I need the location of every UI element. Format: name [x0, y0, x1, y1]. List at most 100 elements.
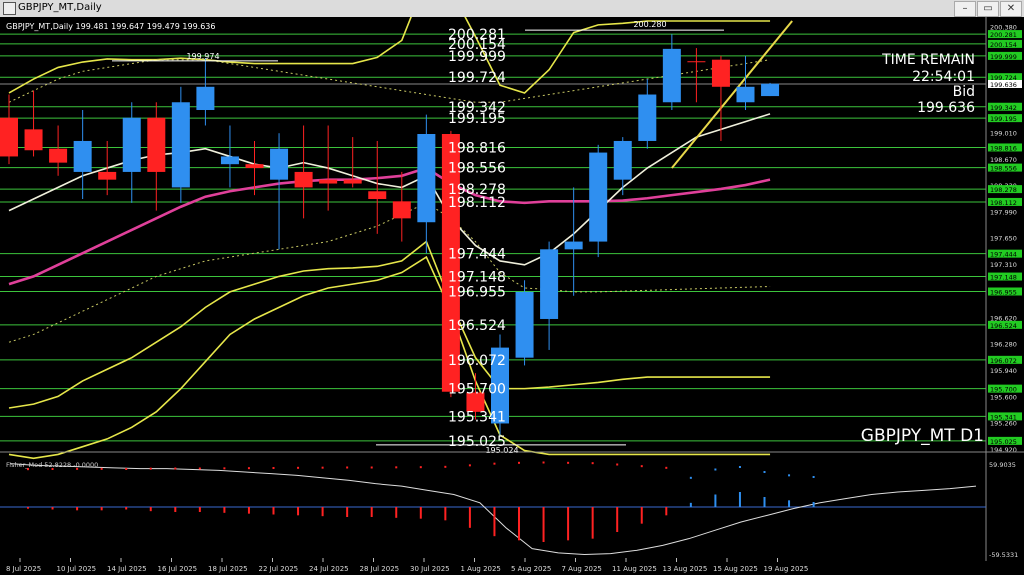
- candle-body: [220, 156, 239, 165]
- oscillator-dot: [395, 466, 398, 469]
- level-price-text: 199.999: [990, 53, 1017, 61]
- time-label: 7 Aug 2025: [562, 565, 602, 573]
- level-price-text: 199.195: [990, 115, 1017, 123]
- candle-body: [540, 249, 559, 319]
- level-label: 197.444: [448, 247, 506, 263]
- price-tick-label: 196.280: [990, 341, 1017, 349]
- oscillator-dot: [223, 467, 226, 470]
- price-tick-label: 197.990: [990, 208, 1017, 216]
- restore-button[interactable]: ▭: [977, 1, 999, 17]
- level-label: 197.148: [448, 270, 506, 286]
- time-remain-label: TIME REMAIN: [881, 52, 975, 68]
- chart-background: [0, 17, 1024, 575]
- high-marker-label: 200.280: [633, 20, 666, 29]
- time-label: 10 Jul 2025: [57, 565, 97, 573]
- bid-value: 199.636: [917, 100, 975, 116]
- level-price-text: 197.148: [990, 274, 1017, 282]
- candle-body: [98, 171, 117, 180]
- oscillator-dot: [665, 466, 668, 469]
- candle-body: [761, 83, 780, 97]
- time-label: 5 Aug 2025: [511, 565, 551, 573]
- candle-body: [147, 117, 166, 172]
- oscillator-dot: [100, 467, 103, 470]
- window-titlebar: GBPJPY_MT,Daily – ▭ ✕: [0, 0, 1024, 18]
- oscillator-dot: [812, 476, 815, 478]
- candle-body: [49, 148, 68, 163]
- minimize-button[interactable]: –: [954, 1, 976, 17]
- oscillator-dot: [297, 466, 300, 469]
- oscillator-dot: [174, 467, 177, 470]
- oscillator-dot: [76, 467, 79, 470]
- candle-body: [392, 201, 411, 219]
- oscillator-dot: [640, 465, 643, 468]
- level-price-text: 200.154: [990, 41, 1017, 49]
- price-tick-label: 199.010: [990, 129, 1017, 137]
- time-label: 1 Aug 2025: [461, 565, 501, 573]
- level-label: 198.112: [448, 195, 506, 211]
- candle-body: [196, 86, 215, 111]
- time-label: 11 Aug 2025: [612, 565, 657, 573]
- candle-body: [270, 148, 289, 180]
- oscillator-dot: [714, 468, 717, 471]
- candle-body: [319, 179, 338, 184]
- level-label: 199.195: [448, 111, 506, 127]
- level-price-text: 195.700: [990, 386, 1017, 394]
- chart-window-icon: [3, 2, 16, 15]
- oscillator-dot: [370, 466, 373, 469]
- time-remain-value: 22:54:01: [912, 69, 975, 85]
- price-tick-label: 195.940: [990, 367, 1017, 375]
- candle-body: [564, 241, 583, 250]
- time-label: 14 Jul 2025: [107, 565, 147, 573]
- level-price-text: 198.816: [990, 144, 1017, 152]
- candle-body: [343, 179, 362, 184]
- level-price-text: 196.524: [990, 322, 1017, 330]
- bid-label: Bid: [953, 84, 975, 100]
- oscillator-dot: [738, 466, 741, 468]
- time-label: 13 Aug 2025: [663, 565, 708, 573]
- level-price-text: 198.556: [990, 165, 1017, 173]
- time-label: 30 Jul 2025: [410, 565, 450, 573]
- candle-body: [73, 140, 92, 172]
- oscillator-dot: [27, 468, 29, 471]
- price-tick-label: 194.920: [990, 446, 1017, 454]
- candle-body: [368, 191, 387, 200]
- price-tick-label: 198.670: [990, 156, 1017, 164]
- time-label: 18 Jul 2025: [208, 565, 248, 573]
- time-label: 24 Jul 2025: [309, 565, 349, 573]
- candle-body: [711, 59, 730, 87]
- level-price-text: 195.341: [990, 413, 1017, 421]
- level-label: 195.700: [448, 382, 506, 398]
- close-button[interactable]: ✕: [1000, 1, 1022, 17]
- candle-body: [687, 61, 706, 63]
- level-price-text: 195.025: [990, 438, 1017, 446]
- level-label: 196.072: [448, 353, 506, 369]
- oscillator-dot: [493, 462, 496, 465]
- price-chart[interactable]: 200.280199.974195.024200.281200.154199.9…: [0, 17, 1024, 575]
- level-price-text: 198.112: [990, 199, 1017, 207]
- level-label: 196.955: [448, 284, 506, 300]
- level-price-text: 197.444: [990, 251, 1017, 259]
- oscillator-dot: [763, 471, 766, 473]
- time-label: 15 Aug 2025: [713, 565, 758, 573]
- candle-body: [736, 86, 755, 103]
- oscillator-dot: [567, 461, 570, 464]
- level-price-text: 200.281: [990, 31, 1017, 39]
- chart-caption: GBPJPY_MT,Daily 199.481 199.647 199.479 …: [6, 22, 215, 31]
- oscillator-dot: [346, 466, 349, 469]
- oscillator-dot: [149, 467, 152, 470]
- level-label: 199.999: [448, 49, 506, 65]
- time-label: 16 Jul 2025: [158, 565, 198, 573]
- window-title: GBPJPY_MT,Daily: [18, 2, 102, 13]
- oscillator-dot: [272, 467, 275, 469]
- level-price-text: 196.955: [990, 288, 1017, 296]
- level-label: 198.816: [448, 140, 506, 156]
- oscillator-dot: [468, 464, 471, 467]
- oscillator-dot: [542, 461, 545, 464]
- level-label: 195.341: [448, 409, 506, 425]
- candle-body: [171, 102, 190, 188]
- oscillator-dot: [518, 461, 520, 464]
- oscillator-dot: [419, 466, 422, 469]
- oscillator-dot: [51, 468, 54, 470]
- symbol-watermark: GBPJPY_MT D1: [861, 426, 984, 446]
- oscillator-dot: [788, 474, 791, 477]
